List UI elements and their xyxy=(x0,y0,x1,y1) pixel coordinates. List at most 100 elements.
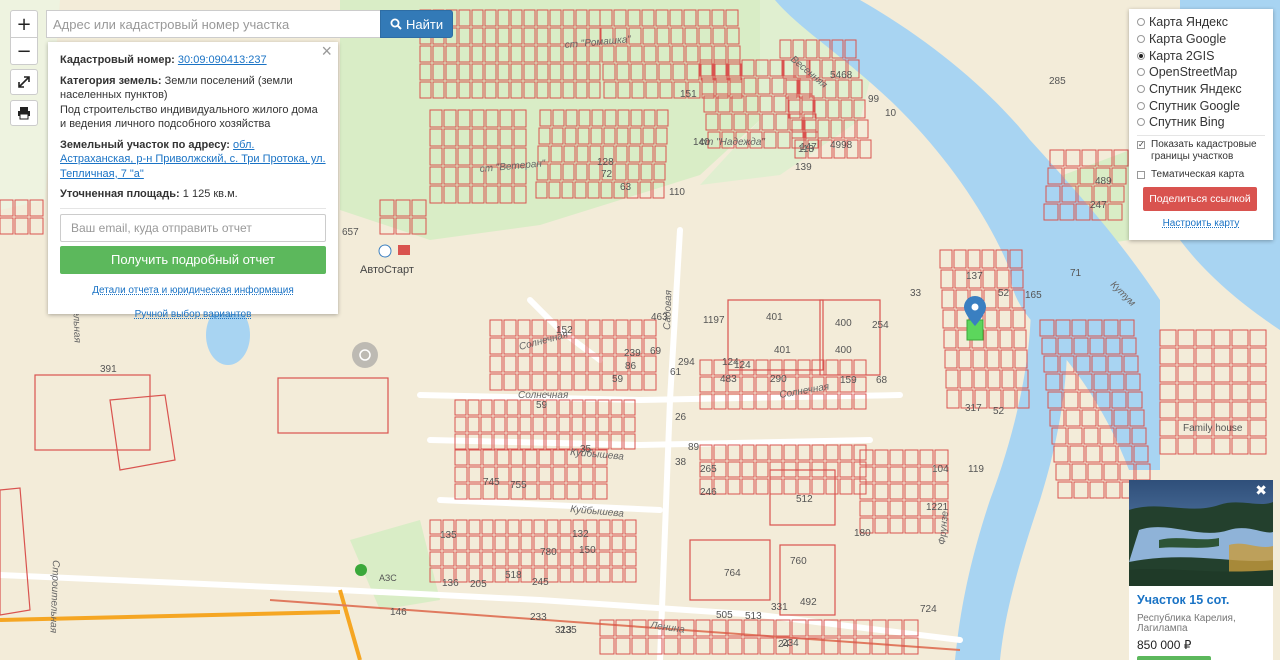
place-label-avtostart: АвтоСтарт xyxy=(360,264,414,276)
layer-switcher-panel: Карта Яндекс Карта Google Карта 2GIS OpenSt… xyxy=(1129,9,1273,240)
layer-option-label: OpenStreetMap xyxy=(1149,65,1238,80)
close-icon[interactable]: ✖ xyxy=(1255,482,1267,499)
parcel-number: 285 xyxy=(1049,76,1066,87)
share-link-button[interactable]: Поделиться ссылкой xyxy=(1143,187,1257,212)
parcel-number: 290 xyxy=(770,374,787,385)
parcel-number: 72 xyxy=(601,169,613,180)
search-input[interactable] xyxy=(46,10,380,38)
thematic-map-toggle[interactable]: Тематическая карта xyxy=(1137,169,1273,182)
parcel-number: 128 xyxy=(597,157,614,168)
parcel-number: 247 xyxy=(1090,200,1107,211)
radio-button[interactable] xyxy=(1137,18,1145,27)
show-boundaries-toggle[interactable]: ✓ Показать кадастровые границы участков xyxy=(1137,139,1273,164)
parcel-number: 5468 xyxy=(830,70,853,81)
fullscreen-button[interactable] xyxy=(10,69,38,95)
radio-button[interactable] xyxy=(1137,68,1145,77)
parcel-number: 139 xyxy=(795,162,812,173)
bus-icon xyxy=(398,245,410,255)
zoom-in-button[interactable]: + xyxy=(11,11,37,37)
area-value: 1 125 кв.м. xyxy=(182,188,238,200)
parcel-number: 35 xyxy=(580,444,592,455)
print-button[interactable] xyxy=(10,100,38,126)
parcel-number: 764 xyxy=(724,568,741,579)
zoom-controls: + − xyxy=(10,10,38,65)
parcel-number: 265 xyxy=(700,464,717,475)
radio-button[interactable] xyxy=(1137,85,1145,94)
search-bar: Найти xyxy=(46,10,454,38)
parcel-number: 513 xyxy=(745,611,762,622)
layer-option[interactable]: Спутник Яндекс xyxy=(1137,81,1273,98)
parcel-number: 61 xyxy=(670,367,682,378)
get-report-button[interactable]: Получить подробный отчет xyxy=(60,245,326,274)
parcel-number: 401 xyxy=(766,312,783,323)
gas-station-icon xyxy=(355,564,367,576)
parcel-number: 391 xyxy=(100,364,117,375)
radio-button[interactable] xyxy=(1137,51,1145,60)
parcel-number: 165 xyxy=(1025,290,1042,301)
layer-option[interactable]: Карта Google xyxy=(1137,31,1273,48)
parcel-number: 401 xyxy=(774,345,791,356)
gps-locate-icon[interactable] xyxy=(352,342,378,368)
parcel-number: 1197 xyxy=(703,315,725,326)
parcel-number: 233 xyxy=(530,612,547,623)
parcel-info-panel: × Кадастровый номер: 30:09:090413:237 Ка… xyxy=(48,42,338,320)
place-label-family-house: Family house xyxy=(1183,423,1243,434)
boundaries-checkbox[interactable]: ✓ xyxy=(1137,140,1145,149)
bus-station-icon xyxy=(378,244,392,258)
divider xyxy=(1137,134,1265,136)
parcel-number: 780 xyxy=(540,547,557,558)
close-icon[interactable]: × xyxy=(321,42,332,59)
category-label: Категория земель: xyxy=(60,74,162,87)
layer-option[interactable]: Спутник Google xyxy=(1137,97,1273,114)
parcel-number: 205 xyxy=(470,579,487,590)
parcel-number: 38 xyxy=(675,457,687,468)
thematic-checkbox[interactable] xyxy=(1137,170,1145,179)
layer-option[interactable]: Карта Яндекс xyxy=(1137,14,1273,31)
ad-card[interactable]: ✖ Участок 15 сот. Республика Карелия, Ла… xyxy=(1129,480,1273,660)
parcel-number: 152 xyxy=(556,325,573,336)
radio-button[interactable] xyxy=(1137,118,1145,127)
parcel-number: 180 xyxy=(854,528,871,539)
expand-icon xyxy=(18,76,30,88)
ad-title[interactable]: Участок 15 сот. xyxy=(1137,593,1229,607)
parcel-number: 483 xyxy=(720,374,737,385)
ad-lake-photo xyxy=(1129,480,1273,586)
parcel-number: 512 xyxy=(796,494,813,505)
cadastral-number-link[interactable]: 30:09:090413:237 xyxy=(178,54,267,66)
radio-button[interactable] xyxy=(1137,101,1145,110)
show-boundaries-label: Показать кадастровые границы участков xyxy=(1151,138,1257,163)
parcel-number: 518 xyxy=(505,570,522,581)
zoom-out-button[interactable]: − xyxy=(11,37,37,64)
layer-option-label: Карта 2GIS xyxy=(1149,48,1215,63)
printer-icon xyxy=(18,107,30,120)
layer-option[interactable]: OpenStreetMap xyxy=(1137,64,1273,81)
parcel-number: 132 xyxy=(572,529,589,540)
parcel-number: 4998 xyxy=(830,140,853,151)
parcel-number: 400 xyxy=(835,345,852,356)
layer-option[interactable]: Карта 2GIS xyxy=(1137,47,1273,64)
parcel-number: 1221 xyxy=(926,502,949,513)
ad-location: Республика Карелия, Лагилампа xyxy=(1137,613,1236,634)
manual-selection-link[interactable]: Ручной выбор вариантов xyxy=(60,308,326,323)
layer-option[interactable]: Спутник Bing xyxy=(1137,114,1273,131)
parcel-number: 150 xyxy=(579,545,596,556)
report-details-link[interactable]: Детали отчета и юридическая информация xyxy=(60,284,326,299)
parcel-number: 33 xyxy=(910,288,922,299)
parcel-number: 59 xyxy=(536,400,548,411)
parcel-number: 69 xyxy=(650,346,662,357)
divider xyxy=(60,207,326,209)
parcel-number: 59 xyxy=(612,374,624,385)
street-label: ст "Надежда" xyxy=(700,137,765,148)
radio-button[interactable] xyxy=(1137,35,1145,44)
parcel-number: 63 xyxy=(620,182,632,193)
search-button[interactable]: Найти xyxy=(380,10,454,38)
street-label: Садовая xyxy=(662,289,674,330)
thematic-label: Тематическая карта xyxy=(1151,168,1245,180)
parcel-number: 400 xyxy=(835,318,852,329)
layer-option-label: Спутник Bing xyxy=(1149,115,1225,130)
email-field[interactable] xyxy=(60,213,326,242)
parcel-number: 71 xyxy=(1070,268,1082,279)
ad-action-button[interactable] xyxy=(1137,656,1211,660)
configure-map-link[interactable]: Настроить карту xyxy=(1137,218,1265,229)
parcel-number: 140 xyxy=(693,137,710,148)
